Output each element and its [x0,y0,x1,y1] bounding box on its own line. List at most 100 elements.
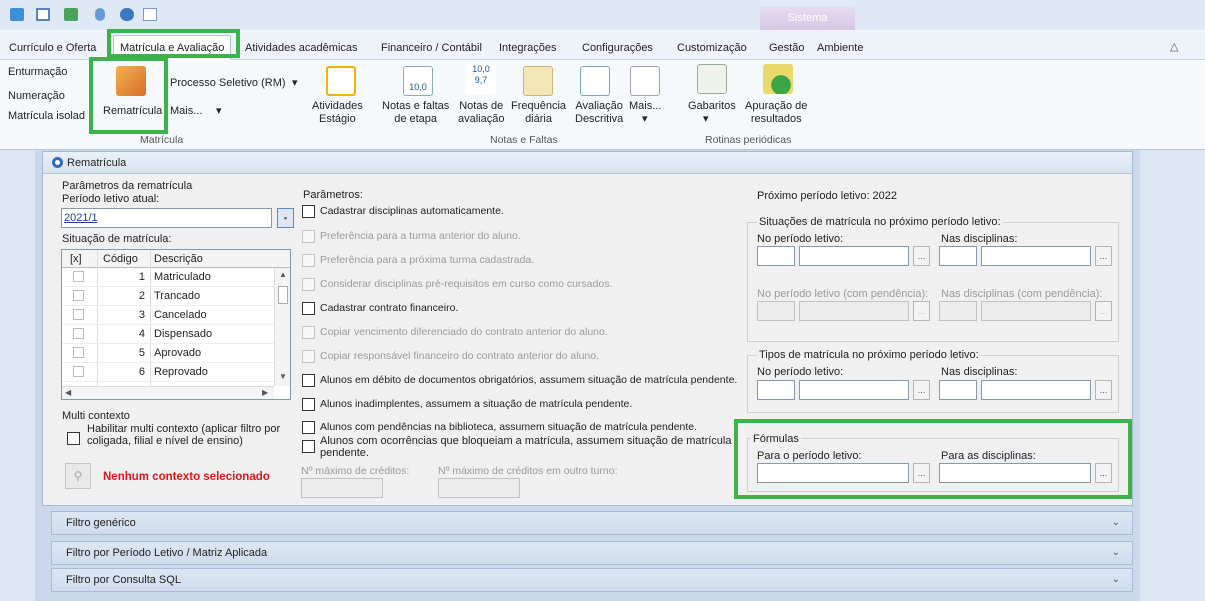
ribbon-apuracao[interactable]: Apuração de resultados [745,100,807,126]
option-checkbox[interactable] [302,350,315,363]
menu-customizacao[interactable]: Customização [677,42,747,54]
menu-gestao[interactable]: Gestão [769,42,804,54]
mais-icon[interactable] [630,66,660,96]
pend-periodo-lookup-button[interactable]: ... [913,301,930,321]
option-checkbox[interactable] [302,326,315,339]
option-checkbox[interactable] [302,205,315,218]
menu-atividades[interactable]: Atividades acadêmicas [245,42,358,54]
filter-consulta-sql[interactable]: Filtro por Consulta SQL ⌄ [51,568,1133,592]
option-checkbox[interactable] [302,278,315,291]
situacao-periodo-lookup-button[interactable]: ... [913,246,930,266]
table-row[interactable]: 2 Trancado [62,287,274,306]
menu-configuracoes[interactable]: Configurações [582,42,653,54]
apuracao-icon[interactable] [763,64,793,94]
collapse-ribbon-icon[interactable]: △ [1170,40,1178,53]
notas-faltas-icon[interactable]: 10,0 [403,66,433,96]
table-vscrollbar[interactable]: ▲ ▼ [274,268,290,386]
chevron-down-icon[interactable]: ⌄ [1112,542,1120,564]
menu-ambiente[interactable]: Ambiente [817,42,863,54]
ribbon-matricula-isolada[interactable]: Matrícula isolad [8,110,85,123]
table-row[interactable]: 5 Aprovado [62,344,274,363]
filter-periodo-matriz[interactable]: Filtro por Período Letivo / Matriz Aplic… [51,541,1133,565]
report-icon[interactable] [64,8,78,21]
option-checkbox[interactable] [302,230,315,243]
option-checkbox[interactable] [302,302,315,315]
ribbon-numeracao[interactable]: Numeração [8,90,65,103]
max-creditos-input[interactable] [301,478,383,498]
row-checkbox[interactable] [73,290,84,301]
chevron-down-icon[interactable]: ▾ [292,77,298,90]
chevron-down-icon[interactable]: ▾ [216,105,222,118]
avaliacao-descritiva-icon[interactable] [580,66,610,96]
tipos-periodo-desc-input[interactable] [799,380,909,400]
ribbon-notas-avaliacao[interactable]: Notas de avaliação [458,100,504,126]
ribbon-mais-2[interactable]: Mais... [629,100,661,113]
scroll-down-icon[interactable]: ▼ [279,372,287,381]
frequencia-icon[interactable] [523,66,553,96]
max-creditos-outro-input[interactable] [438,478,520,498]
ribbon-gabaritos[interactable]: Gabaritos [688,100,736,113]
pend-periodo-desc-input[interactable] [799,301,909,321]
chevron-down-icon[interactable]: ⌄ [1112,512,1120,534]
option-checkbox[interactable] [302,398,315,411]
context-tab-sistema[interactable]: Sistema [760,7,855,30]
periodo-lookup-button[interactable]: ▪ [277,208,294,228]
document-icon[interactable] [143,8,157,21]
row-checkbox[interactable] [73,366,84,377]
ribbon-notas-faltas[interactable]: Notas e faltas de etapa [382,100,449,126]
situacao-periodo-desc-input[interactable] [799,246,909,266]
tipos-disciplinas-desc-input[interactable] [981,380,1091,400]
table-row[interactable]: 3 Cancelado [62,306,274,325]
ribbon-processo-seletivo[interactable]: Processo Seletivo (RM) [170,77,286,90]
periodo-atual-input[interactable]: 2021/1 [61,208,272,228]
menu-integracoes[interactable]: Integrações [499,42,556,54]
tools-icon[interactable] [95,8,105,21]
option-checkbox[interactable] [302,374,315,387]
filter-generico[interactable]: Filtro genérico ⌄ [51,511,1133,535]
scroll-right-icon[interactable]: ▶ [262,388,268,397]
new-icon[interactable] [10,8,24,21]
table-row[interactable]: 1 Matriculado [62,268,274,287]
col-header-codigo[interactable]: Código [103,253,138,265]
col-header-check[interactable]: [x] [70,253,82,265]
chevron-down-icon[interactable]: ▾ [703,113,709,126]
help-icon[interactable] [120,8,134,21]
table-row[interactable]: 4 Dispensado [62,325,274,344]
ribbon-frequencia[interactable]: Frequência diária [511,100,566,126]
table-hscrollbar[interactable]: ◀ ▶ [62,386,274,399]
menu-curriculo[interactable]: Currículo e Oferta [9,42,96,54]
contexto-button[interactable]: ⚲ [65,463,91,489]
chevron-down-icon[interactable]: ▾ [642,113,648,126]
scroll-left-icon[interactable]: ◀ [65,388,71,397]
row-checkbox[interactable] [73,347,84,358]
atividades-icon[interactable] [326,66,356,96]
chevron-down-icon[interactable]: ⌄ [1112,569,1120,591]
pend-periodo-code-input[interactable] [757,301,795,321]
pend-disciplinas-desc-input[interactable] [981,301,1091,321]
option-checkbox-ocorrencias[interactable] [302,440,315,453]
pend-disciplinas-code-input[interactable] [939,301,977,321]
tipos-disciplinas-lookup-button[interactable]: ... [1095,380,1112,400]
ribbon-avaliacao-descritiva[interactable]: Avaliação Descritiva [575,100,623,126]
situacao-disciplinas-lookup-button[interactable]: ... [1095,246,1112,266]
scroll-thumb[interactable] [278,286,288,304]
situacao-disciplinas-code-input[interactable] [939,246,977,266]
situacao-disciplinas-desc-input[interactable] [981,246,1091,266]
table-row[interactable]: 6 Reprovado [62,363,274,382]
window-icon[interactable] [36,8,50,21]
option-checkbox[interactable] [302,254,315,267]
tipos-periodo-lookup-button[interactable]: ... [913,380,930,400]
ribbon-atividades[interactable]: Atividades Estágio [312,100,363,126]
scroll-up-icon[interactable]: ▲ [279,270,287,279]
notas-avaliacao-icon[interactable]: 10,0 9,7 [466,64,496,94]
row-checkbox[interactable] [73,309,84,320]
row-checkbox[interactable] [73,328,84,339]
ribbon-enturmacao[interactable]: Enturmação [8,66,67,79]
tipos-periodo-code-input[interactable] [757,380,795,400]
col-header-descricao[interactable]: Descrição [154,253,203,265]
tipos-disciplinas-code-input[interactable] [939,380,977,400]
pend-disciplinas-lookup-button[interactable]: ... [1095,301,1112,321]
row-checkbox[interactable] [73,271,84,282]
ribbon-mais-1[interactable]: Mais... [170,105,202,118]
multi-contexto-checkbox[interactable] [67,432,80,445]
